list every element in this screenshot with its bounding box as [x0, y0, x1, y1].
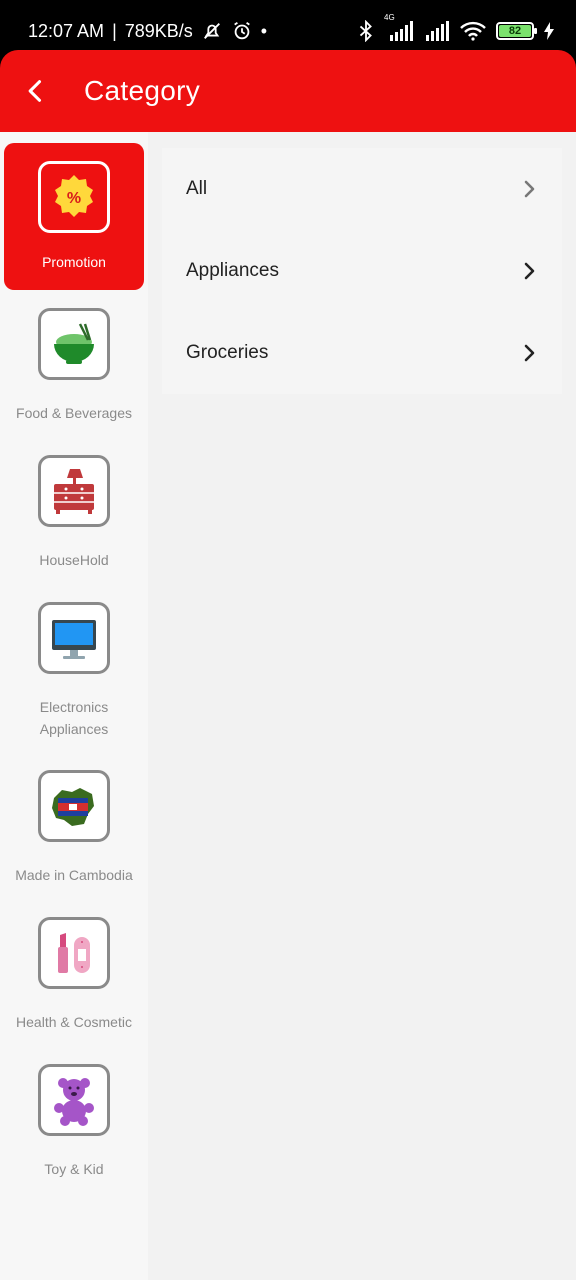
promotion-icon-box: %	[38, 161, 110, 233]
charging-icon	[544, 22, 554, 40]
sidebar-item-toy-kid[interactable]: Toy & Kid	[4, 1046, 144, 1193]
subcategory-label: Appliances	[186, 260, 279, 281]
health-icon-box	[38, 917, 110, 989]
sidebar-item-household[interactable]: HouseHold	[4, 437, 144, 584]
sidebar-item-electronics[interactable]: Electronics Appliances	[4, 584, 144, 752]
network-label: 4G	[384, 13, 395, 22]
sidebar-item-label: HouseHold	[39, 552, 109, 568]
back-arrow-icon	[28, 80, 42, 102]
status-time: 12:07 AM	[28, 20, 105, 41]
toy-icon-box	[38, 1064, 110, 1136]
cambodia-map-icon	[52, 788, 94, 826]
subcategory-item-appliances[interactable]: Appliances	[162, 230, 562, 312]
content-area: % Promotion Food & Beverages HouseHold E…	[0, 132, 576, 1280]
app-bar: Category	[0, 50, 576, 132]
sidebar-item-label: Electronics Appliances	[39, 699, 109, 737]
monitor-icon	[52, 620, 96, 659]
chevron-right-icon	[522, 261, 538, 281]
household-icon-box	[38, 455, 110, 527]
food-icon-box	[38, 308, 110, 380]
chevron-right-icon	[522, 343, 538, 363]
muted-bell-icon	[201, 20, 223, 42]
svg-text:%: %	[67, 190, 81, 207]
promotion-badge-icon: %	[55, 175, 93, 217]
lipstick-icon	[58, 933, 90, 973]
subcategory-label: All	[186, 178, 208, 199]
battery-level: 82	[499, 25, 531, 37]
bluetooth-icon	[358, 20, 374, 42]
electronics-icon-box	[38, 602, 110, 674]
sidebar-item-food-beverages[interactable]: Food & Beverages	[4, 290, 144, 437]
rice-bowl-icon	[54, 323, 94, 364]
sidebar-item-label: Made in Cambodia	[15, 867, 133, 883]
status-dot: •	[260, 20, 268, 41]
sidebar-item-promotion[interactable]: % Promotion	[4, 143, 144, 290]
wifi-icon	[460, 21, 486, 41]
status-separator: |	[112, 20, 117, 41]
sidebar-item-label: Health & Cosmetic	[16, 1014, 132, 1030]
sidebar-item-made-in-cambodia[interactable]: Made in Cambodia	[4, 752, 144, 899]
dresser-lamp-icon	[54, 469, 94, 514]
subcategory-panel: All Appliances Groceries	[148, 132, 576, 1280]
status-speed: 789KB/s	[124, 20, 193, 41]
battery-icon: 82	[496, 22, 537, 40]
subcategory-item-groceries[interactable]: Groceries	[162, 312, 562, 394]
sidebar-item-label: Promotion	[42, 254, 106, 270]
signal-icon-2	[424, 21, 450, 41]
category-sidebar: % Promotion Food & Beverages HouseHold E…	[0, 132, 148, 1280]
alarm-icon	[231, 20, 253, 42]
subcategory-label: Groceries	[186, 342, 269, 363]
subcategory-item-all[interactable]: All	[162, 148, 562, 230]
page-title: Category	[84, 75, 201, 106]
chevron-right-icon	[522, 179, 538, 199]
teddy-bear-icon	[54, 1078, 94, 1126]
subcategory-list: All Appliances Groceries	[162, 148, 562, 394]
sidebar-item-health-cosmetic[interactable]: Health & Cosmetic	[4, 899, 144, 1046]
cambodia-icon-box	[38, 770, 110, 842]
back-button[interactable]	[8, 63, 64, 119]
signal-icon: 4G	[384, 13, 414, 41]
sidebar-item-label: Toy & Kid	[44, 1161, 104, 1177]
sidebar-item-label: Food & Beverages	[16, 405, 132, 421]
